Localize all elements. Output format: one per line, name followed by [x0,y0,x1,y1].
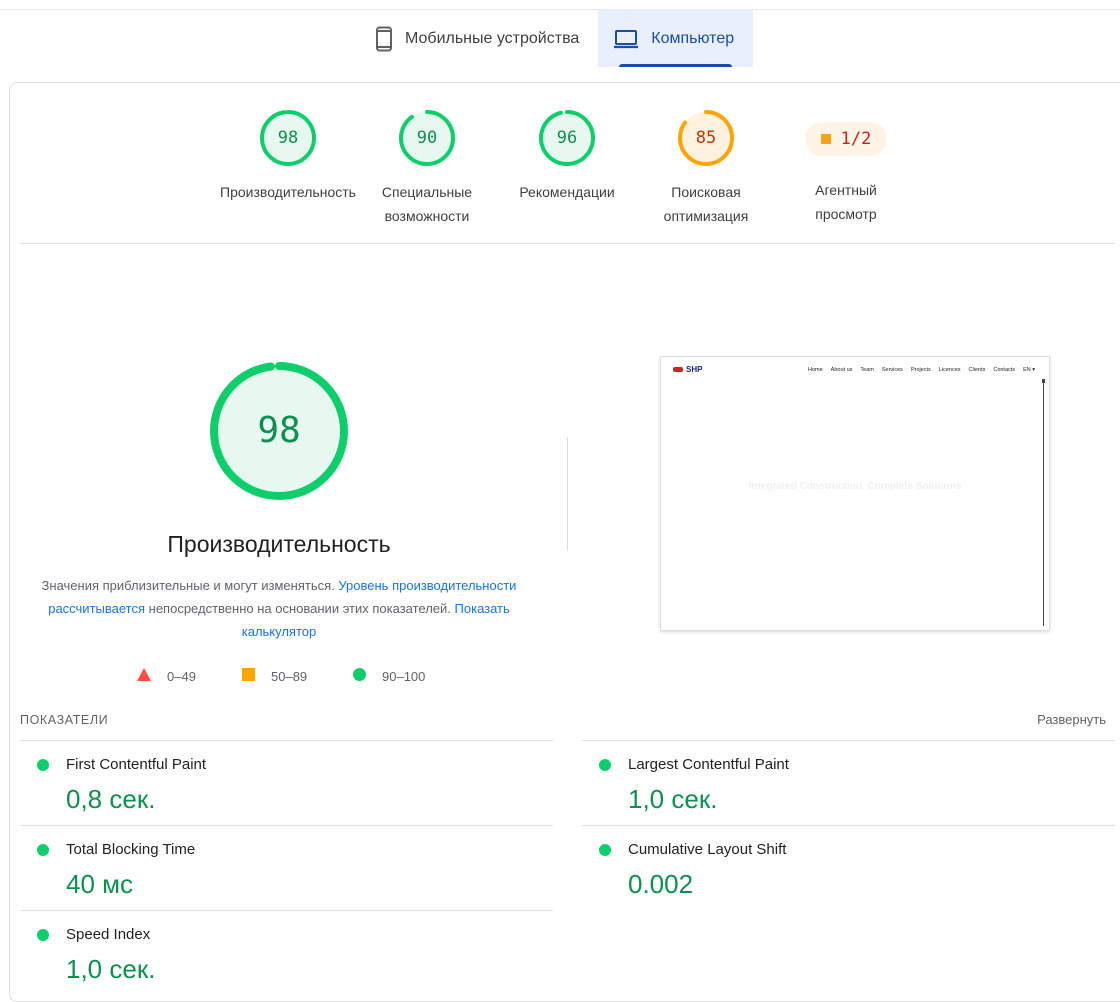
legend-range: 50–89 [271,668,308,684]
gauge-label: Поисковая оптимизация [663,184,749,224]
metric-name: Largest Contentful Paint [628,756,789,773]
gauge-label: Специальные возможности [381,184,473,224]
metric-value: 0.002 [628,869,694,899]
smartphone-icon [375,26,393,52]
metric-cls: Cumulative Layout Shift 0.002 [582,825,1115,910]
legend-pass: 90–100 [353,666,425,686]
laptop-icon [613,29,639,49]
gauge-score: 90 [416,128,438,148]
scrollbar [1043,381,1044,626]
tab-mobile[interactable]: Мобильные устройства [360,10,598,67]
site-logo: SHP [673,365,702,374]
score-ring: 85 [676,108,736,168]
metric-value: 1,0 сек. [628,784,718,814]
metric-name: First Contentful Paint [66,756,207,773]
gauge-score: 1/2 [840,129,872,149]
site-nav-item: Home [808,367,823,373]
metric-name: Total Blocking Time [66,841,196,858]
tab-desktop-label: Компьютер [651,29,735,47]
site-nav-item: EN ▾ [1023,367,1035,373]
desc-text: Значения приблизительные и могут изменят… [41,578,335,593]
tab-desktop[interactable]: Компьютер [598,10,754,67]
pass-circle-icon [599,759,611,771]
legend-fail: 0–49 [137,666,196,686]
square-icon [242,668,255,684]
pass-circle-icon [599,844,611,856]
performance-title: Производительность [167,531,391,557]
site-nav-item: Projects [910,367,931,373]
desc-text: непосредственно на основании этих показа… [148,601,451,616]
site-nav-item: Licences [938,367,961,373]
performance-gauge: 98 [209,361,349,501]
legend-range: 0–49 [167,668,196,684]
gauge-performance[interactable]: 98 Производительность [213,108,363,204]
device-tabs: Мобильные устройства Компьютер [360,10,754,67]
page-screenshot-thumbnail[interactable]: SHP Home About us Team Services Projects… [660,356,1050,631]
square-icon [820,134,831,144]
pass-circle-icon [37,844,49,856]
legend-average: 50–89 [242,666,307,686]
gauge-best-practices[interactable]: 96 Рекомендации [492,108,642,204]
metric-lcp: Largest Contentful Paint 1,0 сек. [582,740,1115,825]
tab-mobile-label: Мобильные устройства [405,29,580,47]
gauge-score: 98 [277,128,299,148]
score-ring: 90 [397,108,457,168]
gauge-score: 85 [695,128,717,148]
performance-score: 98 [257,410,301,451]
metric-fcp: First Contentful Paint 0,8 сек. [20,740,553,825]
site-nav-item: Clients [968,367,986,373]
site-nav: Home About us Team Services Projects Lic… [800,367,1035,373]
gauge-label: Агентный просмотр [815,182,877,222]
expand-metrics-button[interactable]: Развернуть [1037,712,1106,727]
gauge-label: Рекомендации [519,184,615,200]
pass-circle-icon [37,929,49,941]
vertical-divider [567,437,568,551]
triangle-icon [137,668,151,684]
score-legend: 0–49 50–89 90–100 [0,666,600,686]
circle-icon [353,668,366,684]
score-ring: 96 [537,108,597,168]
gauge-seo[interactable]: 85 Поисковая оптимизация [631,108,781,228]
score-ring: 98 [258,108,318,168]
metric-tbt: Total Blocking Time 40 мс [20,825,553,910]
metric-name: Speed Index [66,926,151,943]
legend-range: 90–100 [382,668,426,684]
gauge-agentic-browsing[interactable]: 1/2 Агентный просмотр [771,108,921,226]
metric-speed-index: Speed Index 1,0 сек. [20,910,553,988]
site-nav-item: Contacts [993,367,1016,373]
logo-mark-icon [673,367,683,372]
metric-value: 40 мс [66,869,134,899]
pass-circle-icon [37,759,49,771]
gauge-score: 96 [556,128,578,148]
gauge-accessibility[interactable]: 90 Специальные возможности [352,108,502,228]
fraction-badge: 1/2 [805,122,887,156]
site-nav-item: About us [830,367,853,373]
metric-name: Cumulative Layout Shift [628,841,787,858]
metric-value: 1,0 сек. [66,954,156,984]
category-gauges: 98 Производительность 90 Специальные воз… [0,108,1120,228]
performance-description: Значения приблизительные и могут изменят… [40,574,518,643]
gauge-label: Производительность [220,184,356,200]
metric-value: 0,8 сек. [66,784,156,814]
site-hero-text: Integrated Construction. Complete Soluti… [748,481,962,492]
metrics-heading: ПОКАЗАТЕЛИ [20,713,109,727]
site-nav-item: Team [860,367,874,373]
section-divider [20,243,1115,244]
site-nav-item: Services [881,367,903,373]
